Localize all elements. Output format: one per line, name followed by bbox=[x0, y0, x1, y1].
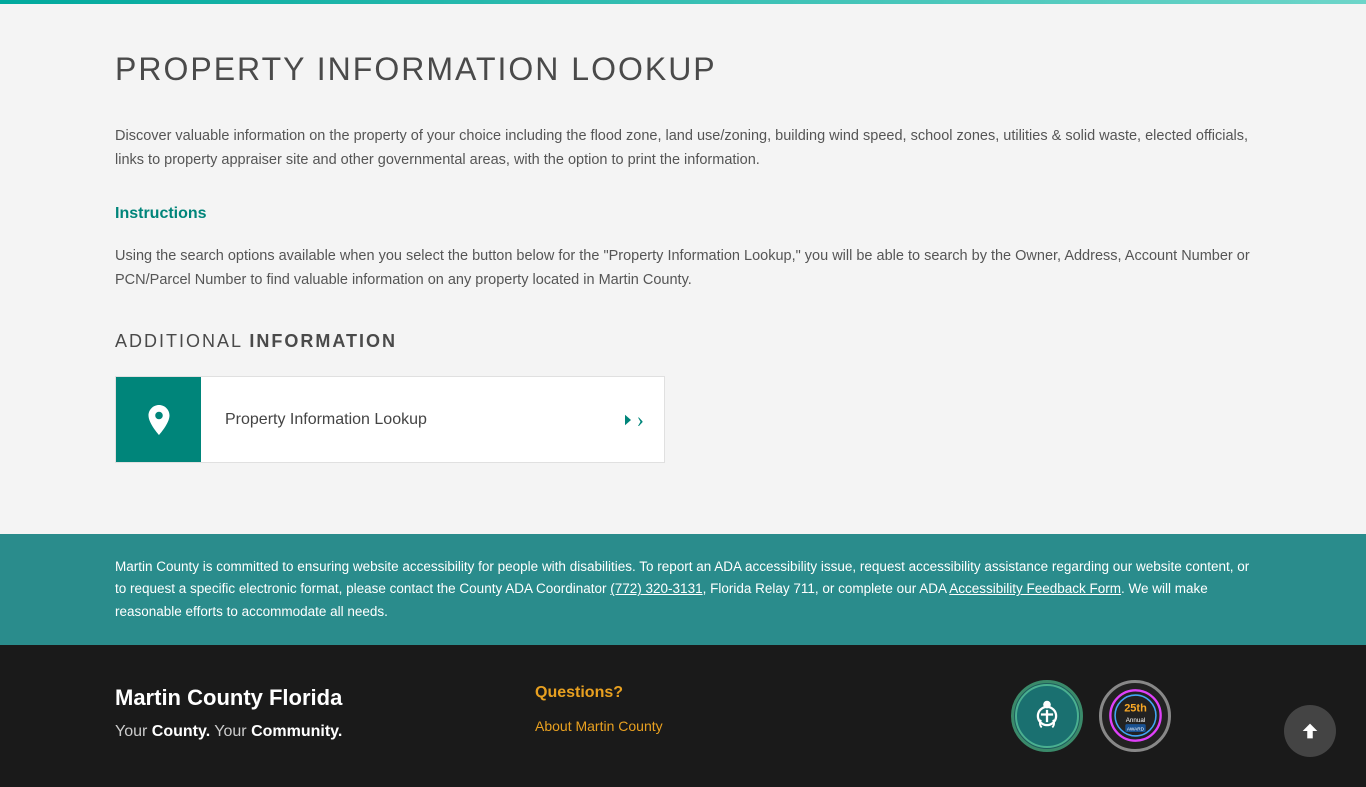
footer: Martin County Florida Your County. Your … bbox=[0, 645, 1366, 787]
additional-info-light: ADDITIONAL bbox=[115, 331, 249, 351]
lookup-card-icon-bg bbox=[116, 377, 201, 462]
instructions-heading: Instructions bbox=[115, 201, 1251, 227]
additional-info-bold: INFORMATION bbox=[249, 331, 397, 351]
accessibility-banner: Martin County is committed to ensuring w… bbox=[0, 534, 1366, 645]
lookup-card-arrow: › bbox=[619, 377, 664, 462]
page-title: PROPERTY INFORMATION LOOKUP bbox=[115, 44, 1251, 95]
svg-text:AWARD: AWARD bbox=[1126, 727, 1144, 732]
footer-subtitle-community: Community. bbox=[251, 723, 342, 740]
ada-badge-inner bbox=[1015, 684, 1079, 748]
footer-subtitle-county: County. bbox=[152, 723, 210, 740]
footer-badges: 25th Annual AWARD bbox=[1011, 680, 1251, 752]
arrow-up-icon bbox=[1299, 720, 1321, 742]
accessibility-text-part2: , Florida Relay 711, or complete our ADA bbox=[703, 581, 950, 596]
svg-text:25th: 25th bbox=[1124, 703, 1147, 715]
footer-questions-heading: Questions? bbox=[535, 680, 755, 706]
additional-info-heading: ADDITIONAL INFORMATION bbox=[115, 327, 1251, 356]
svg-text:Annual: Annual bbox=[1125, 717, 1145, 724]
footer-brand-subtitle: Your County. Your Community. bbox=[115, 719, 535, 745]
footer-about-link[interactable]: About Martin County bbox=[535, 715, 755, 737]
25th-annual-badge: 25th Annual AWARD bbox=[1099, 680, 1171, 752]
instructions-text: Using the search options available when … bbox=[115, 245, 1251, 293]
footer-questions: Questions? About Martin County bbox=[535, 680, 755, 742]
25th-annual-icon: 25th Annual AWARD bbox=[1108, 688, 1163, 743]
ada-badge bbox=[1011, 680, 1083, 752]
property-lookup-card[interactable]: Property Information Lookup › bbox=[115, 376, 665, 463]
25th-badge-inner: 25th Annual AWARD bbox=[1108, 688, 1163, 743]
accessibility-feedback-link[interactable]: Accessibility Feedback Form bbox=[949, 581, 1121, 596]
ada-phone-link[interactable]: (772) 320-3131 bbox=[610, 581, 702, 596]
footer-subtitle-middle: Your bbox=[210, 723, 251, 740]
lookup-card-label: Property Information Lookup bbox=[201, 377, 619, 462]
back-to-top-button[interactable] bbox=[1284, 705, 1336, 757]
main-content: PROPERTY INFORMATION LOOKUP Discover val… bbox=[0, 4, 1366, 534]
footer-brand: Martin County Florida Your County. Your … bbox=[115, 680, 535, 745]
description-text: Discover valuable information on the pro… bbox=[115, 125, 1251, 173]
accessibility-text: Martin County is committed to ensuring w… bbox=[115, 556, 1251, 623]
footer-brand-title: Martin County Florida bbox=[115, 680, 535, 715]
footer-subtitle-prefix: Your bbox=[115, 723, 152, 740]
accessibility-icon bbox=[1028, 697, 1066, 735]
location-pin-icon bbox=[141, 402, 177, 438]
